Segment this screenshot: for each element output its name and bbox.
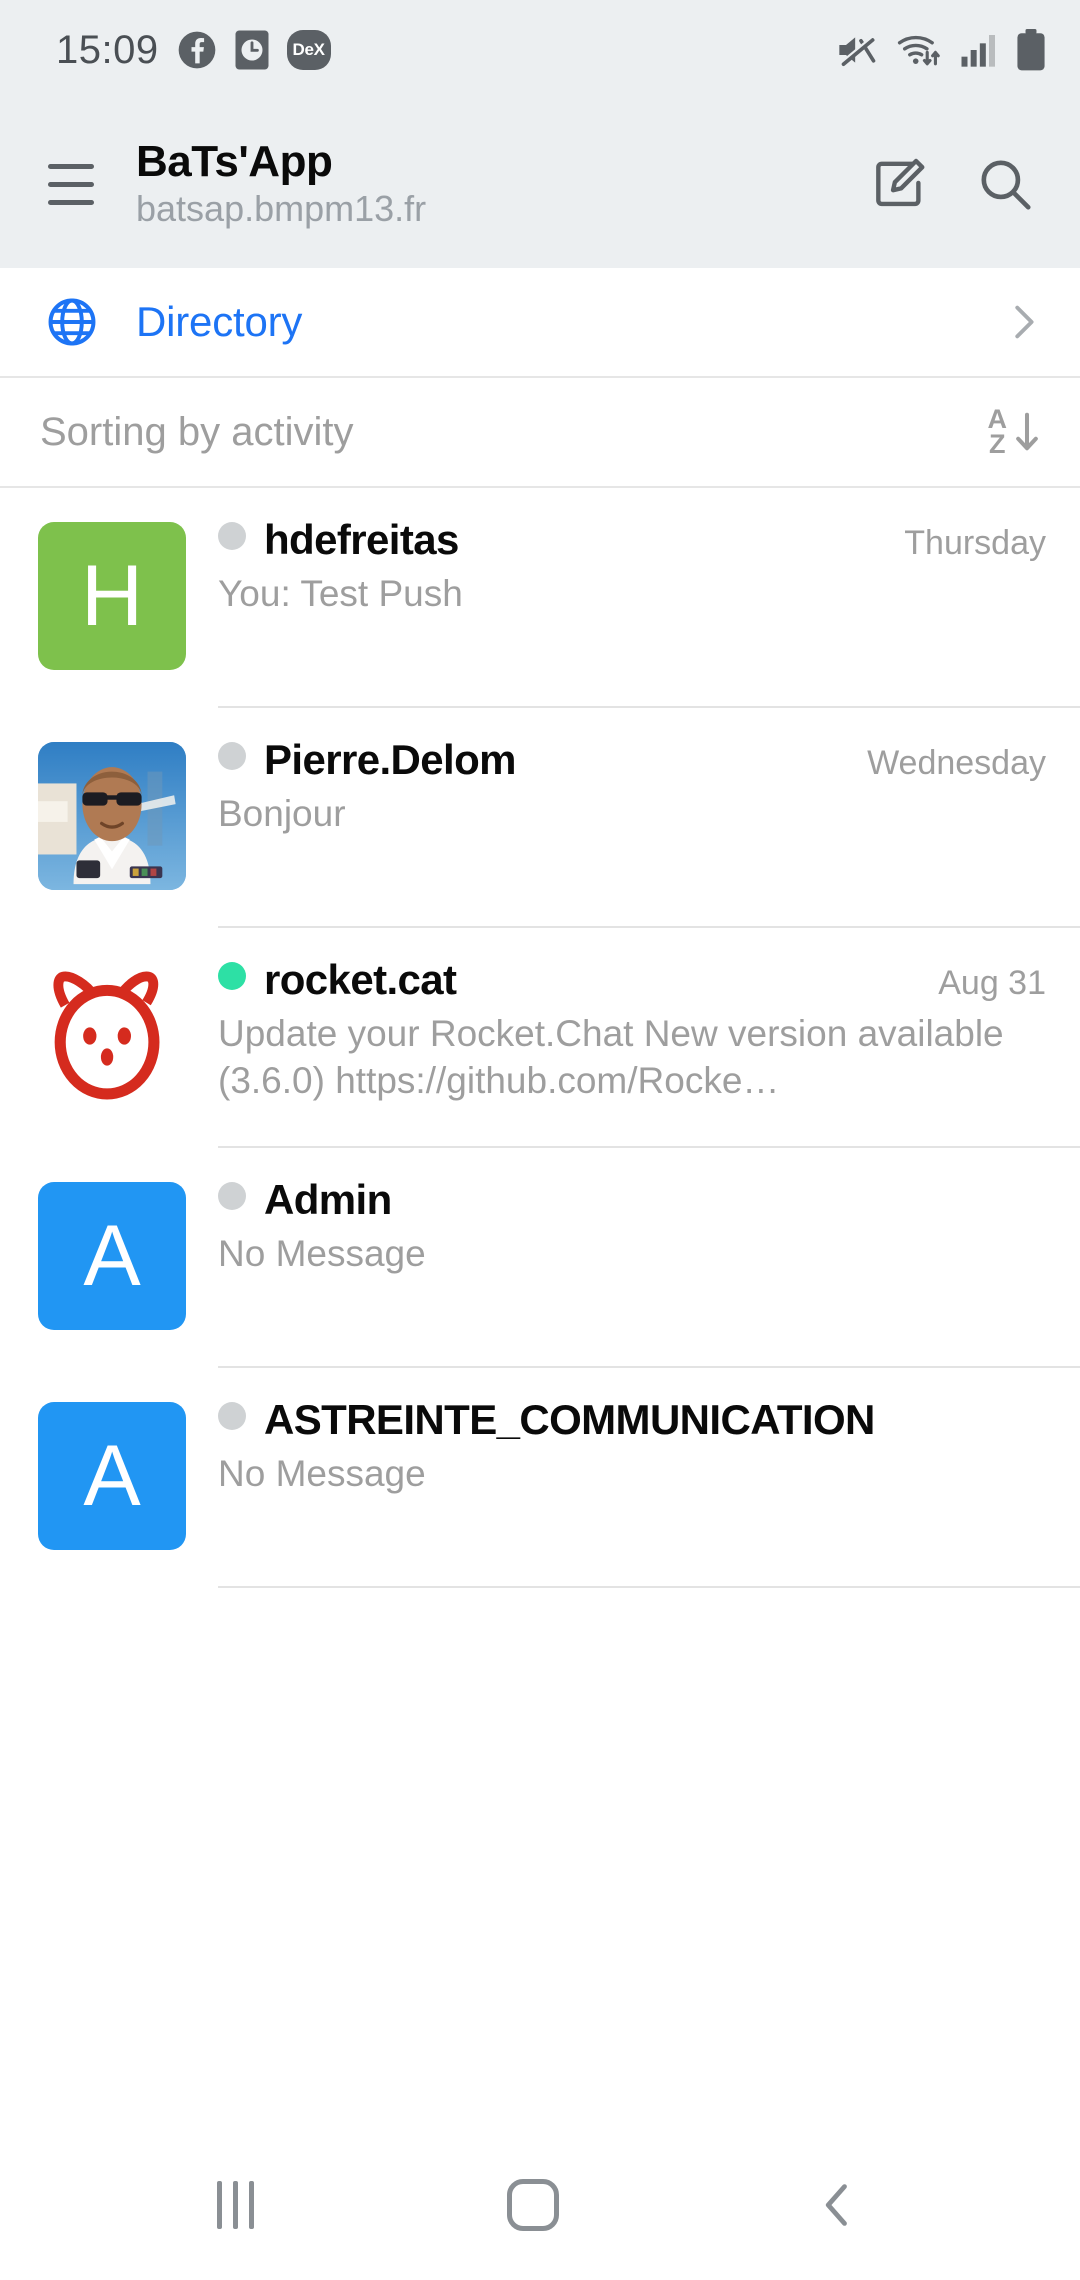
status-badge [218,522,246,550]
chat-timestamp: Aug 31 [938,964,1046,1002]
hamburger-line [48,163,94,169]
status-bar-right [834,29,1046,71]
chat-last-message: Update your Rocket.Chat New version avai… [218,1013,1004,1102]
chat-name: ASTREINTE_COMMUNICATION [264,1396,875,1443]
avatar-initial: A [83,1427,141,1524]
recents-icon[interactable] [216,2181,254,2229]
clock-icon [235,30,269,70]
directory-row[interactable]: Directory [0,268,1080,378]
rocketchat-logo-icon [53,971,160,1100]
sort-az-descending-icon[interactable]: A Z [988,406,1045,459]
chat-list-item[interactable]: H hdefreitas Thursday You: Test Push [0,488,1080,708]
avatar: A [38,1402,186,1550]
system-navigation-bar [0,2130,1080,2280]
chat-item-header: Admin [218,1176,1046,1224]
compose-icon[interactable] [868,153,930,215]
chat-item-body: ASTREINTE_COMMUNICATION No Message [218,1368,1080,1588]
avatar-initial: H [80,547,144,644]
chat-name: Admin [264,1176,392,1223]
status-bar-clock: 15:09 [56,27,159,72]
chat-item-body: hdefreitas Thursday You: Test Push [218,488,1080,708]
status-bar: 15:09 DeX [0,0,1080,100]
facebook-icon [178,31,215,69]
chat-item-body: rocket.cat Aug 31 Update your Rocket.Cha… [218,928,1080,1148]
chat-item-header: ASTREINTE_COMMUNICATION [218,1396,1046,1444]
globe-icon [48,298,96,346]
app-title-block: BaTs'App batsap.bmpm13.fr [136,137,426,231]
chat-last-message: No Message [218,1453,426,1494]
chat-name: Pierre.Delom [264,736,517,783]
page-title: BaTs'App [136,137,333,187]
status-bar-left: 15:09 DeX [56,28,331,73]
list-divider [218,1586,1080,1588]
chat-item-header: hdefreitas Thursday [218,516,1046,564]
status-badge [218,742,246,770]
chat-item-body: Pierre.Delom Wednesday Bonjour [218,708,1080,928]
chat-list-item[interactable]: Pierre.Delom Wednesday Bonjour [0,708,1080,928]
battery-icon [1017,29,1045,71]
recents-bar [232,2181,238,2229]
chevron-right-icon [1015,305,1034,339]
avatar: H [38,522,186,670]
hamburger-line [48,181,94,187]
phone-screen: 15:09 DeX BaTs'App batsap.bmpm13.fr Dire… [0,0,1080,2280]
app-bar-actions [868,153,1046,215]
chat-item-header: Pierre.Delom Wednesday [218,736,1046,784]
sort-letters: A Z [988,406,1008,459]
chat-list: H hdefreitas Thursday You: Test Push Pie… [0,488,1080,2130]
recents-bar [248,2181,254,2229]
status-badge [218,1182,246,1210]
app-bar: BaTs'App batsap.bmpm13.fr [0,100,1080,268]
sort-letter-z: Z [989,429,1006,459]
home-icon[interactable] [506,2179,559,2231]
avatar [38,742,186,890]
chat-timestamp: Wednesday [867,744,1046,782]
dex-badge: DeX [286,30,331,70]
server-url-label: batsap.bmpm13.fr [136,188,427,230]
chat-item-header: rocket.cat Aug 31 [218,956,1046,1004]
chat-last-message: No Message [218,1233,426,1274]
status-badge [218,1402,246,1430]
chat-name: hdefreitas [264,516,459,563]
chat-item-body: Admin No Message [218,1148,1080,1368]
chat-last-message: Bonjour [218,793,346,834]
sort-arrow-down-icon [1016,412,1038,451]
avatar: A [38,1182,186,1330]
back-icon[interactable] [812,2179,864,2231]
search-icon[interactable] [974,153,1036,215]
avatar-initial: A [83,1207,141,1304]
sorting-label: Sorting by activity [40,409,354,454]
cellular-signal-icon [961,35,995,67]
avatar [38,962,186,1110]
sorting-row[interactable]: Sorting by activity A Z [0,378,1080,488]
status-badge [218,962,246,990]
avatar-photo-icon [38,742,186,890]
chat-timestamp: Thursday [904,524,1046,562]
chat-last-message: You: Test Push [218,573,463,614]
hamburger-line [48,199,94,205]
chat-list-item[interactable]: rocket.cat Aug 31 Update your Rocket.Cha… [0,928,1080,1148]
recents-bar [216,2181,222,2229]
hamburger-menu-icon[interactable] [40,153,102,215]
wifi-icon [897,35,940,66]
chat-list-item[interactable]: A Admin No Message [0,1148,1080,1368]
directory-label: Directory [136,298,303,345]
mute-icon [839,36,876,66]
chat-name: rocket.cat [264,956,457,1003]
chat-list-item[interactable]: A ASTREINTE_COMMUNICATION No Message [0,1368,1080,1588]
